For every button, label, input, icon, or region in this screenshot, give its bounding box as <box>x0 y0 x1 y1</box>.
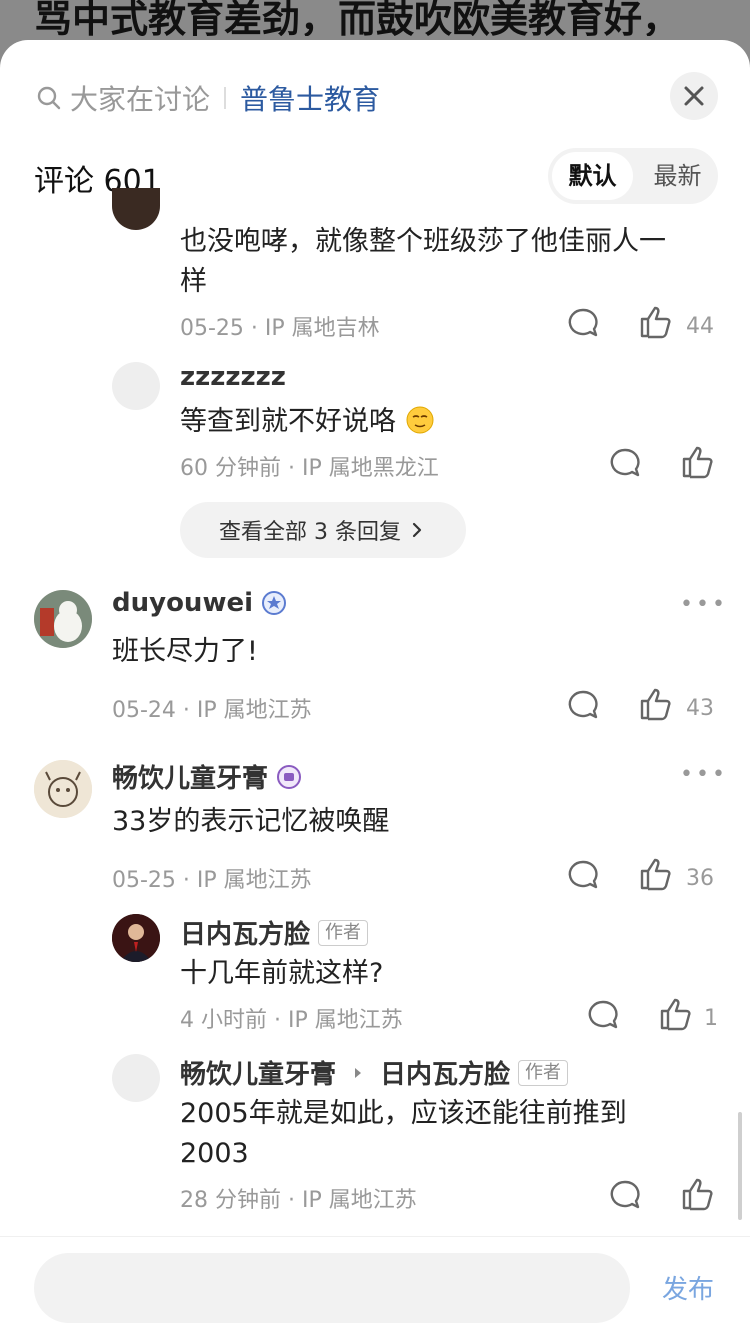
more-options-icon[interactable]: ••• <box>680 592 728 617</box>
topic-link[interactable]: 普鲁士教育 <box>240 78 380 118</box>
like-count: 36 <box>686 866 714 891</box>
comment-icon[interactable] <box>608 1178 642 1212</box>
publish-button[interactable]: 发布 <box>662 1269 714 1306</box>
like-count: 1 <box>704 1006 718 1031</box>
view-all-replies-button[interactable]: 查看全部 3 条回复 <box>180 502 466 558</box>
reply-text: 等查到就不好说咯 <box>180 402 435 442</box>
avatar[interactable] <box>112 1054 160 1102</box>
smirk-emoji-icon <box>406 406 434 434</box>
chevron-right-icon <box>412 522 422 538</box>
search-placeholder: 大家在讨论 <box>70 83 211 116</box>
like-icon[interactable] <box>638 856 674 892</box>
like-icon[interactable] <box>638 304 674 340</box>
comment-icon[interactable] <box>566 688 600 722</box>
comment-icon[interactable] <box>566 306 600 340</box>
avatar[interactable] <box>34 760 92 818</box>
like-icon[interactable] <box>680 444 716 480</box>
sort-option-default[interactable]: 默认 <box>552 152 633 200</box>
search-icon <box>37 86 61 110</box>
comment-text: 班长尽力了! <box>112 636 258 667</box>
reply-text: 也没咆哮，就像整个班级莎了他佳丽人一 <box>180 226 666 257</box>
reply-author: 日内瓦方脸 作者 <box>180 914 369 951</box>
reply-text-cont: 样 <box>180 266 207 297</box>
cat-avatar-image <box>34 590 92 648</box>
comment-input[interactable] <box>34 1253 630 1323</box>
comment-author-name[interactable]: 畅饮儿童牙膏 <box>112 758 268 795</box>
avatar[interactable] <box>112 914 160 962</box>
background-article-title: 骂中式教育差劲，而鼓吹欧美教育好， <box>34 0 681 36</box>
like-count: 43 <box>686 696 714 721</box>
reply-meta: 60 分钟前 · IP 属地黑龙江 <box>180 456 439 481</box>
comments-sheet: 大家在讨论 普鲁士教育 评论 601 默认 最新 也没咆哮，就像整个班级莎了他佳… <box>0 40 750 1334</box>
sort-option-latest[interactable]: 最新 <box>637 152 718 200</box>
comment-input-bar: 发布 <box>0 1236 750 1334</box>
search-bar[interactable]: 大家在讨论 普鲁士教育 <box>36 78 380 118</box>
like-icon[interactable] <box>638 686 674 722</box>
view-all-label: 查看全部 3 条回复 <box>219 520 401 545</box>
comment-author: duyouwei <box>112 588 287 618</box>
reply-arrow-icon <box>355 1067 362 1078</box>
reply-author-name[interactable]: 畅饮儿童牙膏 <box>180 1054 336 1091</box>
author-badge: 作者 <box>318 919 369 946</box>
close-button[interactable] <box>670 72 718 120</box>
avatar[interactable] <box>112 362 160 410</box>
scrollbar[interactable] <box>738 1112 742 1220</box>
reply-author: 畅饮儿童牙膏 日内瓦方脸 作者 <box>180 1054 569 1091</box>
more-options-icon[interactable]: ••• <box>680 762 728 787</box>
reply-text-content: 等查到就不好说咯 <box>180 406 396 437</box>
reply-text: 十几年前就这样? <box>180 958 384 989</box>
like-icon[interactable] <box>680 1176 716 1212</box>
author-badge: 作者 <box>518 1059 569 1086</box>
reply-author-name[interactable]: zzzzzzz <box>180 362 286 392</box>
comment-meta: 05-25 · IP 属地江苏 <box>112 868 312 893</box>
comment-author-name[interactable]: duyouwei <box>112 588 253 618</box>
like-icon[interactable] <box>658 996 694 1032</box>
member-badge-icon <box>277 764 302 789</box>
comment-icon[interactable] <box>586 998 620 1032</box>
cartoon-avatar-image <box>34 760 92 818</box>
reply-text: 2005年就是如此，应该还能往前推到 <box>180 1098 627 1129</box>
reply-meta: 05-25 · IP 属地吉林 <box>180 316 380 341</box>
reply-meta: 28 分钟前 · IP 属地江苏 <box>180 1188 417 1213</box>
sort-toggle: 默认 最新 <box>548 148 718 204</box>
reply-meta: 4 小时前 · IP 属地江苏 <box>180 1008 403 1033</box>
comment-icon[interactable] <box>608 446 642 480</box>
person-avatar-image <box>112 914 160 962</box>
reply-text-cont: 2003 <box>180 1138 249 1169</box>
reply-target-name[interactable]: 日内瓦方脸 <box>380 1054 510 1091</box>
avatar[interactable] <box>112 188 160 230</box>
divider <box>224 87 227 109</box>
like-count: 44 <box>686 314 714 339</box>
member-badge-icon <box>262 591 287 615</box>
comment-author: 畅饮儿童牙膏 <box>112 758 302 795</box>
comment-meta: 05-24 · IP 属地江苏 <box>112 698 312 723</box>
comment-text: 33岁的表示记忆被唤醒 <box>112 806 390 837</box>
avatar[interactable] <box>34 590 92 648</box>
comment-icon[interactable] <box>566 858 600 892</box>
close-icon <box>684 86 704 106</box>
reply-author-name[interactable]: 日内瓦方脸 <box>180 914 310 951</box>
